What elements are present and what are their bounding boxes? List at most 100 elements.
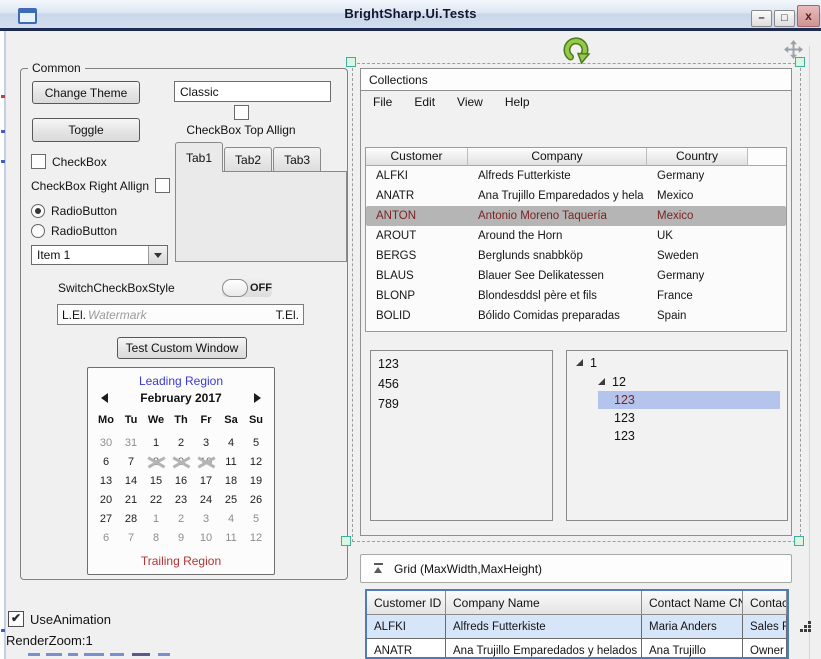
calendar-day[interactable]: 12: [244, 453, 269, 472]
calendar-day[interactable]: 20: [94, 491, 119, 510]
resize-grip[interactable]: [799, 620, 812, 638]
table-row[interactable]: ALFKIAlfreds FutterkisteMaria AndersSale…: [367, 615, 787, 639]
calendar-day[interactable]: 23: [169, 491, 194, 510]
radio-button-selected[interactable]: [31, 204, 45, 218]
calendar-day[interactable]: 10: [194, 453, 219, 472]
table-row[interactable]: ANTONAntonio Moreno TaqueríaMexico: [366, 206, 786, 226]
menu-view[interactable]: View: [448, 93, 492, 111]
switch-thumb[interactable]: [222, 279, 248, 297]
calendar-day[interactable]: 5: [244, 434, 269, 453]
maximize-button[interactable]: □: [774, 10, 795, 27]
adorner-handle-top-right[interactable]: [795, 57, 805, 67]
calendar-day[interactable]: 10: [194, 529, 219, 548]
tree-expanded-icon[interactable]: [576, 359, 583, 366]
calendar-day[interactable]: 15: [144, 472, 169, 491]
calendar-day[interactable]: 1: [144, 434, 169, 453]
table-row[interactable]: ANATRAna Trujillo Emparedados y helaMexi…: [366, 186, 786, 206]
calendar-day[interactable]: 9: [169, 529, 194, 548]
menu-help[interactable]: Help: [496, 93, 539, 111]
test-custom-window-button[interactable]: Test Custom Window: [117, 337, 247, 359]
calendar-day[interactable]: 7: [119, 529, 144, 548]
titlebar[interactable]: BrightSharp.Ui.Tests – □ x: [0, 0, 821, 28]
collapse-icon[interactable]: [373, 563, 384, 575]
calendar-day[interactable]: 3: [194, 510, 219, 529]
item-combobox[interactable]: Item 1: [31, 245, 168, 265]
calendar-day[interactable]: 8: [144, 453, 169, 472]
menu-file[interactable]: File: [364, 93, 401, 111]
calendar-day[interactable]: 31: [119, 434, 144, 453]
list-item[interactable]: 456: [371, 374, 552, 394]
table-row[interactable]: AROUTAround the HornUK: [366, 226, 786, 246]
toggle-button[interactable]: Toggle: [32, 118, 140, 142]
calendar-day[interactable]: 26: [244, 491, 269, 510]
column-header-company[interactable]: Company: [468, 148, 647, 166]
calendar-day[interactable]: 27: [94, 510, 119, 529]
calendar-day[interactable]: 2: [169, 434, 194, 453]
calendar-day[interactable]: 24: [194, 491, 219, 510]
watermark-textbox[interactable]: L.El. Watermark T.El.: [57, 304, 304, 325]
calendar-day[interactable]: 4: [219, 510, 244, 529]
calendar-day[interactable]: 11: [219, 453, 244, 472]
tab-tab3[interactable]: Tab3: [273, 147, 321, 172]
calendar-day[interactable]: 13: [94, 472, 119, 491]
calendar-day[interactable]: 12: [244, 529, 269, 548]
adorner-handle-bottom-left[interactable]: [341, 536, 351, 546]
table-row[interactable]: ANATRAna Trujillo Emparedados y heladosA…: [367, 639, 787, 659]
calendar-day[interactable]: 30: [94, 434, 119, 453]
adorner-handle-top-left[interactable]: [346, 57, 356, 67]
tree-item[interactable]: 123: [567, 409, 787, 427]
tree-item[interactable]: 123: [598, 391, 780, 409]
calendar-day[interactable]: 19: [244, 472, 269, 491]
calendar-day[interactable]: 9: [169, 453, 194, 472]
calendar-day[interactable]: 8: [144, 529, 169, 548]
change-theme-button[interactable]: Change Theme: [32, 81, 140, 104]
table-row[interactable]: BLAUSBlauer See DelikatessenGermany: [366, 266, 786, 286]
calendar-day[interactable]: 5: [244, 510, 269, 529]
calendar-day[interactable]: 11: [219, 529, 244, 548]
column-header-customer[interactable]: Customer: [366, 148, 468, 166]
radio-button-unselected[interactable]: [31, 224, 45, 238]
column-header-company-name[interactable]: Company Name: [446, 591, 642, 615]
calendar-day[interactable]: 4: [219, 434, 244, 453]
adorner-handle-bottom-right[interactable]: [794, 536, 804, 546]
table-row[interactable]: BERGSBerglunds snabbköpSweden: [366, 246, 786, 266]
calendar-day[interactable]: 2: [169, 510, 194, 529]
switch-checkbox[interactable]: OFF: [222, 279, 272, 297]
tab-tab1[interactable]: Tab1: [175, 142, 223, 172]
table-row[interactable]: ALFKIAlfreds FutterkisteGermany: [366, 166, 786, 186]
checkbox-top-align[interactable]: [234, 105, 249, 120]
grid-expander[interactable]: Grid (MaxWidth,MaxHeight): [360, 554, 792, 583]
calendar-day[interactable]: 1: [144, 510, 169, 529]
checkbox-right-align[interactable]: [155, 178, 170, 193]
checkbox[interactable]: [31, 154, 46, 169]
calendar-day[interactable]: 28: [119, 510, 144, 529]
list-item[interactable]: 123: [371, 354, 552, 374]
tree-node-root[interactable]: 1: [567, 353, 787, 372]
calendar-day[interactable]: 14: [119, 472, 144, 491]
close-button[interactable]: x: [797, 5, 820, 27]
menu-edit[interactable]: Edit: [405, 93, 444, 111]
tab-tab2[interactable]: Tab2: [224, 147, 272, 172]
calendar-day[interactable]: 7: [119, 453, 144, 472]
use-animation-checkbox[interactable]: ✔: [8, 611, 24, 627]
column-header-country[interactable]: Country: [647, 148, 748, 166]
theme-input[interactable]: Classic: [174, 81, 331, 102]
tree-expanded-icon[interactable]: [598, 378, 605, 385]
calendar-day[interactable]: 6: [94, 529, 119, 548]
calendar-day[interactable]: 17: [194, 472, 219, 491]
calendar-day[interactable]: 6: [94, 453, 119, 472]
calendar-day[interactable]: 3: [194, 434, 219, 453]
calendar-day[interactable]: 25: [219, 491, 244, 510]
list-item[interactable]: 789: [371, 394, 552, 414]
calendar-day[interactable]: 22: [144, 491, 169, 510]
minimize-button[interactable]: –: [751, 10, 772, 27]
calendar-prev-icon[interactable]: [101, 393, 108, 403]
table-row[interactable]: BLONPBlondesddsl père et filsFrance: [366, 286, 786, 306]
column-header-customer-id[interactable]: Customer ID: [367, 591, 446, 615]
column-header-contact-name-cn[interactable]: Contact Name CN: [642, 591, 743, 615]
tree-node-child[interactable]: 12: [567, 372, 787, 391]
table-row[interactable]: BOLIDBólido Comidas preparadasSpain: [366, 306, 786, 326]
column-header-contact[interactable]: Contact: [743, 591, 787, 615]
calendar-day[interactable]: 16: [169, 472, 194, 491]
calendar-day[interactable]: 21: [119, 491, 144, 510]
